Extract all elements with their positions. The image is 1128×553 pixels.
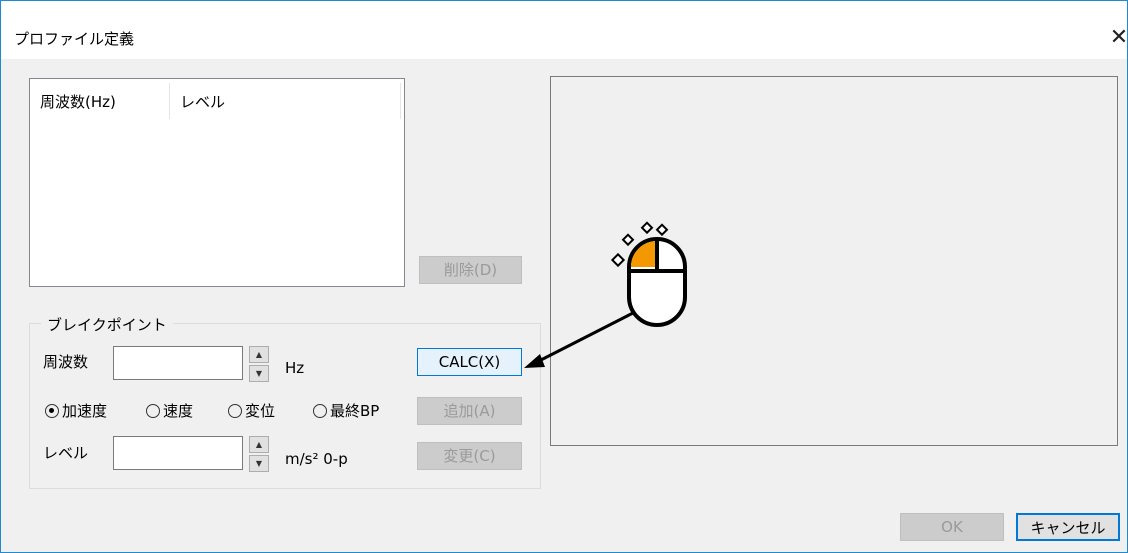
annotation-overlay bbox=[524, 221, 687, 368]
profile-definition-dialog: プロファイル定義 ✕ 周波数(Hz) レベル 削除(D) ブレイクポイント 周波… bbox=[0, 0, 1128, 553]
pointer-arrow bbox=[524, 311, 634, 368]
mouse-left-click-icon bbox=[610, 221, 687, 327]
